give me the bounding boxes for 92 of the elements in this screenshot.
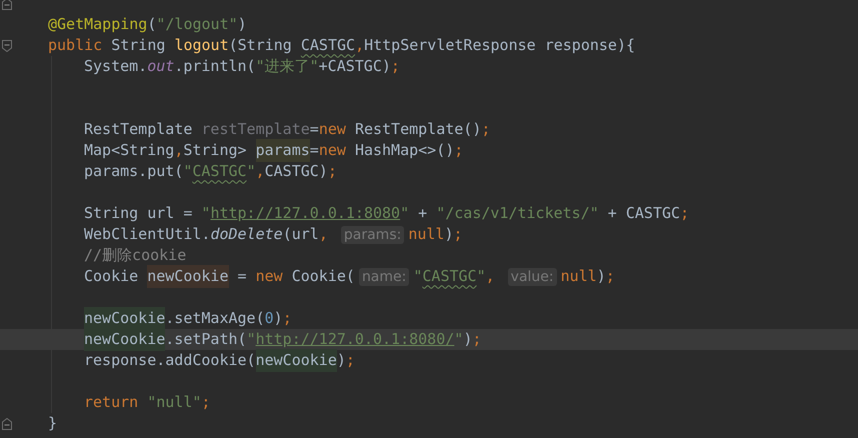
punctuation: , (174, 140, 184, 162)
punctuation: ; (481, 119, 490, 140)
code-text: String (111, 35, 166, 56)
unused-variable: restTemplate (201, 119, 310, 140)
punctuation: ; (390, 56, 400, 78)
parameter-hint: name: (358, 268, 410, 286)
url-literal: http://127.0.0.1:8080/ (256, 329, 454, 350)
punctuation: ; (346, 350, 355, 372)
code-text: } (48, 413, 58, 434)
code-text: response.addCookie( (84, 350, 256, 372)
code-text: ) (463, 329, 472, 350)
unfold-icon[interactable] (2, 0, 12, 10)
code-text: (url (282, 224, 319, 246)
code-text: HttpServletResponse response){ (364, 35, 636, 56)
code-text: String url = (84, 203, 194, 224)
code-text: newCookie (147, 265, 228, 288)
string-literal: " (413, 266, 422, 288)
code-text: ) (336, 350, 346, 372)
keyword: new (318, 119, 347, 140)
punctuation: ; (282, 308, 292, 330)
string-literal: "进来了" (256, 56, 319, 78)
string-literal: " (400, 203, 410, 224)
string-literal: "/cas/v1/tickets/" (436, 203, 599, 224)
code-text: newCookie (84, 307, 166, 330)
url-literal: http://127.0.0.1:8080 (210, 203, 400, 224)
code-text: String> (183, 140, 248, 162)
static-method: doDelete (210, 224, 283, 246)
code-text: WebClientUtil. (84, 224, 210, 246)
code-text: HashMap<>() (354, 140, 454, 162)
method-name: logout (174, 35, 229, 56)
code-text: (String (228, 35, 293, 56)
code-text: + CASTGC (606, 203, 680, 224)
string-literal: " (183, 161, 192, 182)
keyword: return (84, 392, 140, 414)
code-text: .setMaxAge( (165, 308, 265, 330)
code-text: .println( (174, 56, 256, 78)
punctuation: ; (606, 266, 615, 288)
code-text: newCookie (84, 328, 166, 351)
parameter-hint: value: (508, 268, 557, 286)
string-literal: " (246, 161, 256, 182)
string-literal: "/logout" (156, 14, 238, 36)
code-text: Cookie( (292, 266, 355, 288)
string-literal: " (454, 329, 464, 350)
keyword: new (256, 266, 284, 288)
string-literal: CASTGC (192, 161, 247, 182)
number-literal: 0 (264, 308, 274, 330)
punctuation: ; (454, 140, 464, 162)
code-text: RestTemplate (84, 119, 194, 140)
code-text: = (310, 140, 319, 162)
punctuation: , (318, 224, 329, 246)
punctuation: ; (328, 161, 337, 182)
code-text: System. (84, 56, 148, 78)
string-literal: "null" (147, 392, 202, 414)
code-text: = (310, 119, 319, 140)
code-text: ) (238, 14, 247, 36)
code-text: CASTGC (300, 35, 356, 56)
punctuation: ; (472, 329, 482, 350)
code-text: newCookie (256, 349, 337, 372)
code-text: ) (274, 308, 283, 330)
code-text: .setPath( (165, 329, 247, 350)
annotation: @GetMapping (48, 14, 148, 36)
code-text: ( (147, 14, 156, 36)
static-field: out (147, 55, 174, 78)
code-text: ) (444, 224, 454, 246)
keyword: null (408, 224, 444, 246)
code-text: Map<String (84, 140, 174, 162)
code-text: params (256, 139, 310, 162)
string-literal: " (476, 266, 486, 288)
unfold-icon[interactable] (2, 418, 12, 430)
string-literal: " (246, 329, 256, 350)
keyword: public (48, 35, 104, 56)
code-text: + (417, 203, 428, 224)
string-literal: " (201, 203, 210, 224)
punctuation: , (486, 266, 496, 288)
punctuation: ; (680, 203, 690, 224)
code-text: = (236, 266, 248, 288)
code-text: ) (596, 266, 606, 288)
punctuation: ; (201, 392, 210, 414)
string-literal: CASTGC (422, 266, 477, 288)
code-text: params.put( (84, 161, 184, 182)
keyword: null (560, 266, 597, 288)
code-text: Cookie (84, 266, 140, 288)
punctuation: , (256, 161, 265, 182)
code-comment: //删除cookie (84, 245, 186, 266)
code-text: CASTGC) (264, 161, 328, 182)
keyword: new (318, 140, 347, 162)
fold-icon[interactable] (2, 40, 12, 52)
code-text: +CASTGC) (318, 56, 391, 78)
punctuation: , (355, 35, 364, 56)
parameter-hint: params: (340, 226, 404, 244)
code-text: RestTemplate() (354, 119, 482, 140)
punctuation: ; (453, 224, 463, 246)
